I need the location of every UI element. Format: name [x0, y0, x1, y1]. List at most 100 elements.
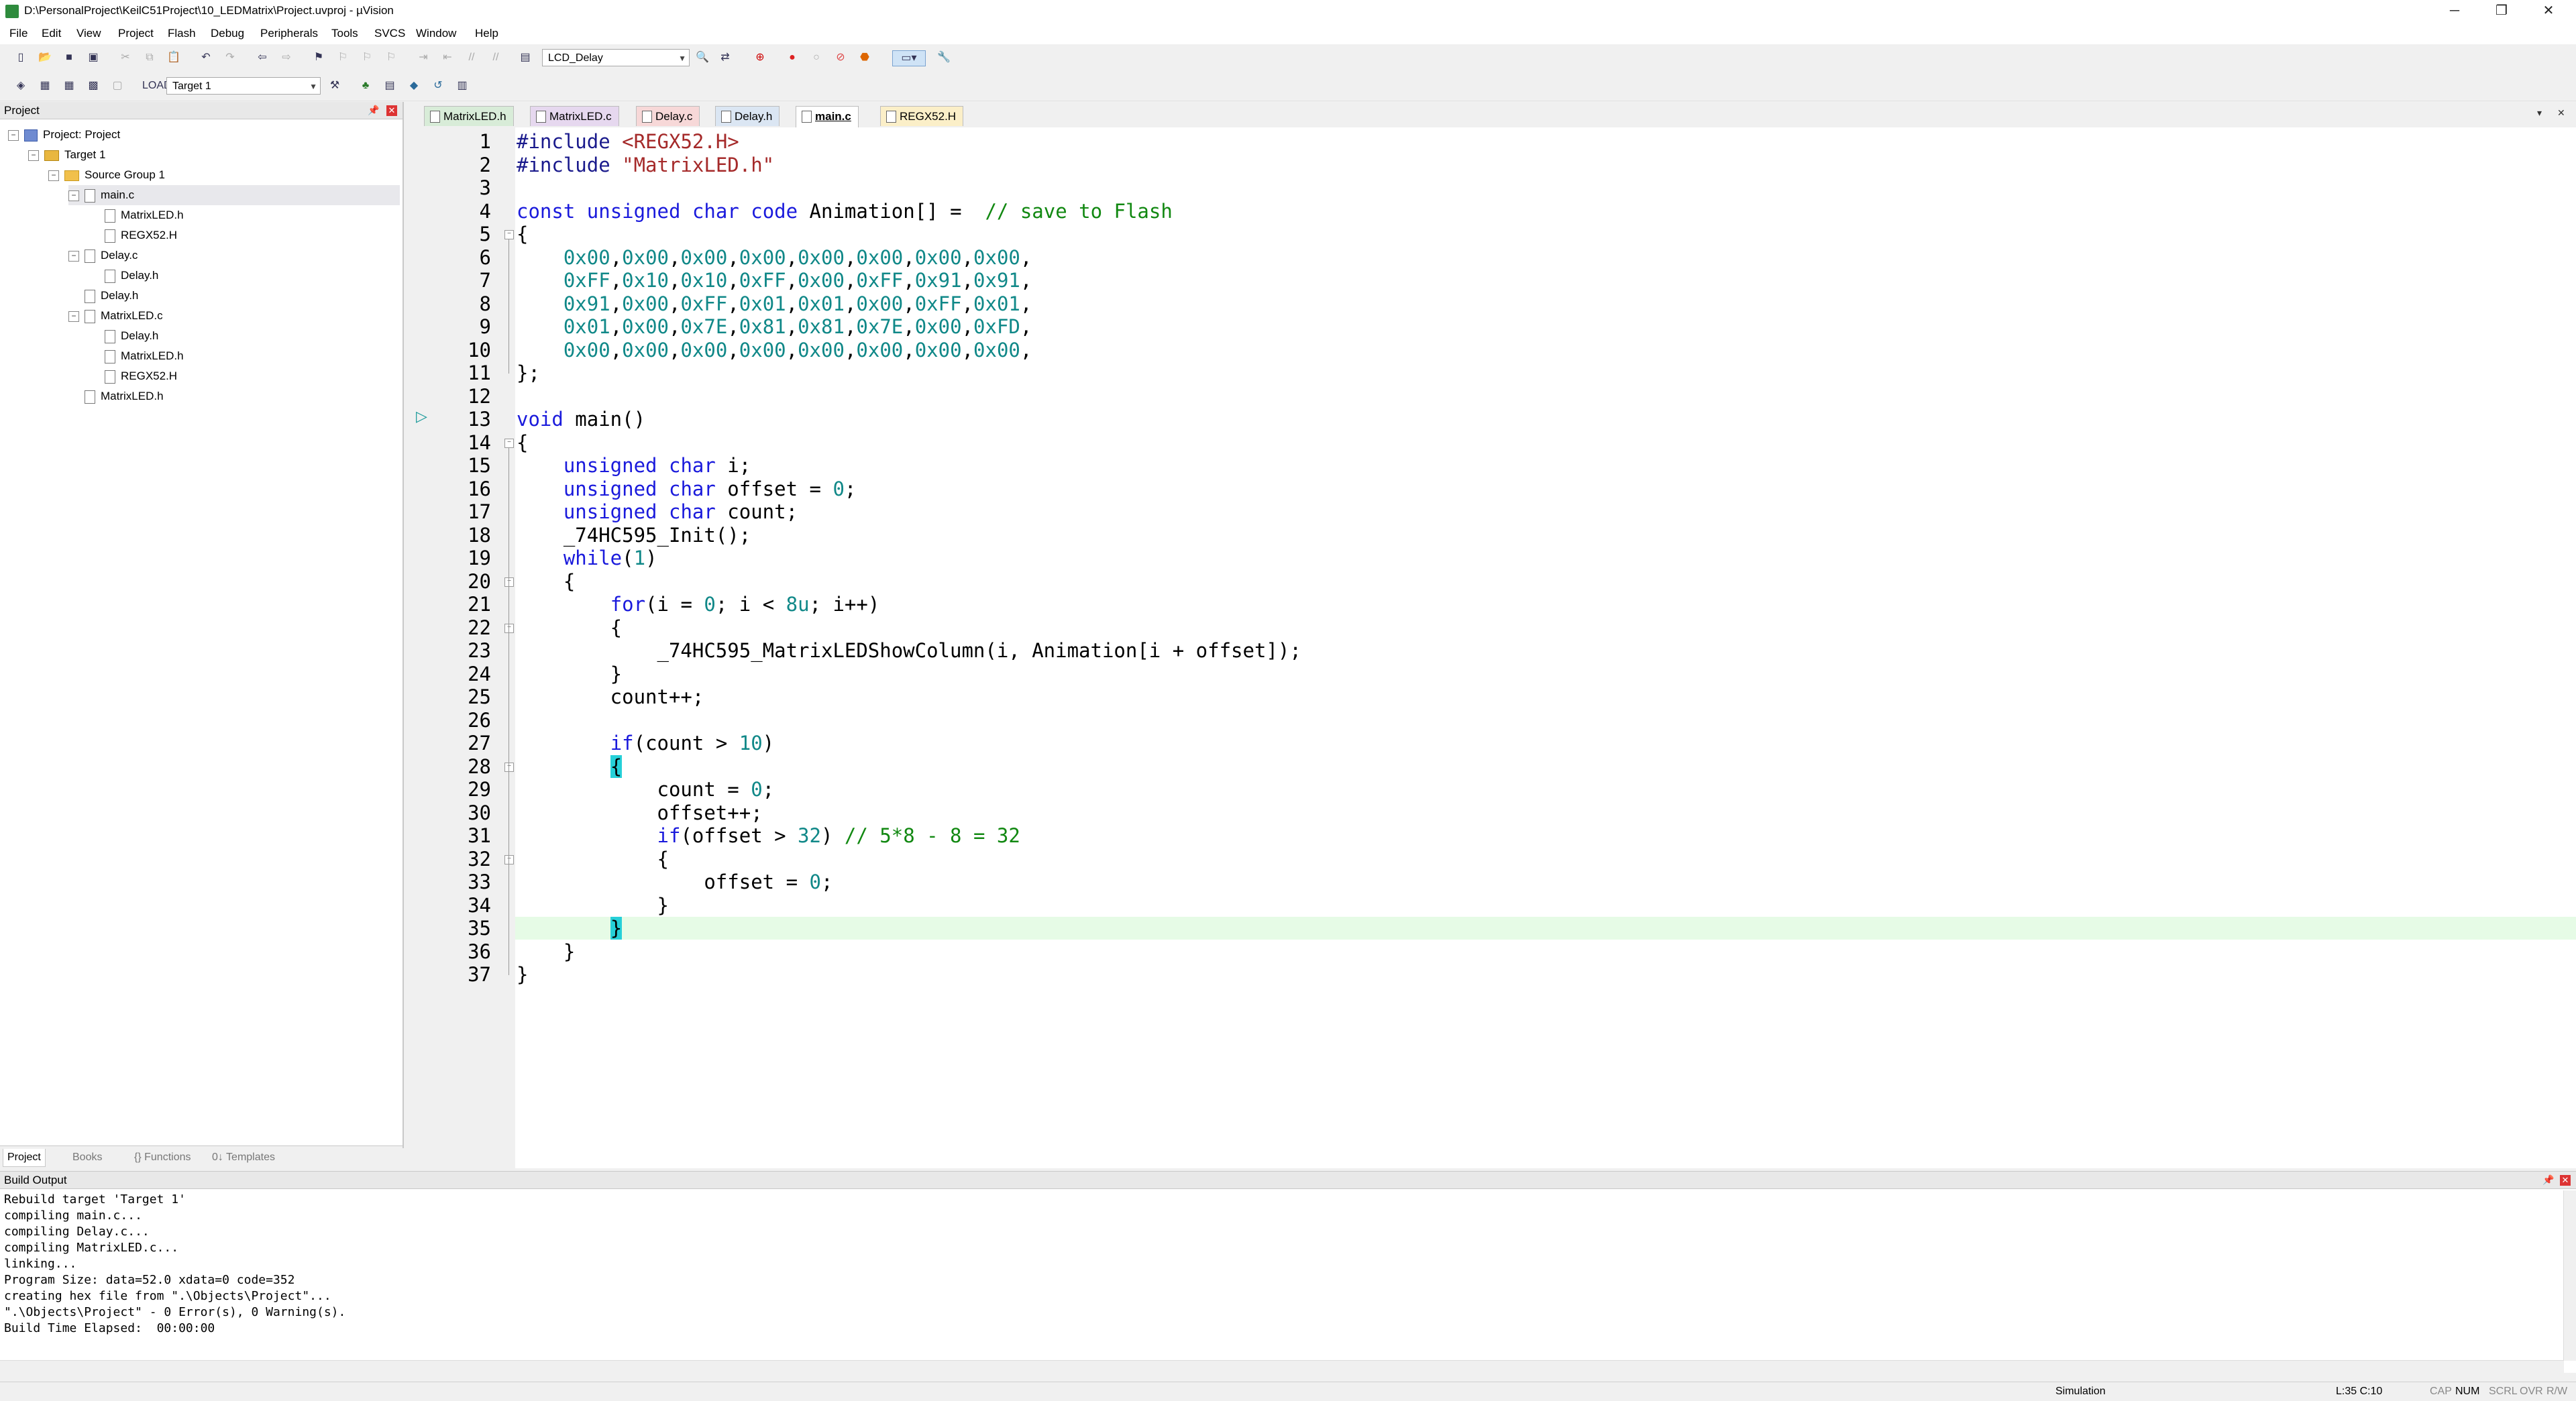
- paste-icon[interactable]: 📋: [166, 50, 181, 65]
- code-line[interactable]: };: [517, 361, 540, 385]
- code-line[interactable]: #include <REGX52.H>: [517, 130, 739, 154]
- code-line[interactable]: const unsigned char code Animation[] = /…: [517, 200, 1173, 223]
- prev-bookmark-icon[interactable]: ⚐: [335, 50, 350, 65]
- code-line[interactable]: }: [517, 663, 622, 686]
- tree-item-regx52-h[interactable]: REGX52.H: [105, 225, 177, 245]
- code-line[interactable]: {: [517, 223, 528, 246]
- tab-templates[interactable]: 0↓ Templates: [208, 1149, 279, 1166]
- code-line[interactable]: _74HC595_MatrixLEDShowColumn(i, Animatio…: [517, 639, 1301, 663]
- tree-item-project[interactable]: − Project: Project: [8, 125, 120, 145]
- stop-build-icon[interactable]: ▢: [110, 78, 125, 93]
- code-line[interactable]: for(i = 0; i < 8u; i++): [517, 593, 880, 616]
- tab-delay-h[interactable]: Delay.h: [715, 106, 780, 126]
- code-line[interactable]: 0xFF,0x10,0x10,0xFF,0x00,0xFF,0x91,0x91,: [517, 269, 1032, 292]
- code-line[interactable]: #include "MatrixLED.h": [517, 154, 774, 177]
- disable-breakpoint-icon[interactable]: ○: [809, 50, 824, 65]
- rebuild-icon[interactable]: ▦: [62, 78, 76, 93]
- tree-item-target[interactable]: − Target 1: [28, 145, 105, 165]
- collapse-icon[interactable]: −: [8, 129, 19, 141]
- menu-file[interactable]: File: [9, 27, 28, 40]
- save-icon[interactable]: ■: [62, 50, 76, 65]
- close-tab-icon[interactable]: ✕: [2557, 107, 2565, 119]
- collapse-icon[interactable]: −: [48, 170, 59, 181]
- code-line[interactable]: count++;: [517, 685, 704, 709]
- code-line[interactable]: 0x00,0x00,0x00,0x00,0x00,0x00,0x00,0x00,: [517, 246, 1032, 270]
- menu-debug[interactable]: Debug: [211, 27, 244, 40]
- translate-icon[interactable]: ◈: [13, 78, 28, 93]
- pin-icon[interactable]: 📌: [368, 105, 379, 116]
- code-line[interactable]: {: [517, 570, 575, 594]
- tab-delay-c[interactable]: Delay.c: [636, 106, 700, 126]
- fold-toggle-icon[interactable]: −: [504, 230, 514, 239]
- vertical-scrollbar[interactable]: [2563, 1190, 2576, 1361]
- new-file-icon[interactable]: ▯: [13, 50, 28, 65]
- tree-item-delay-h[interactable]: Delay.h: [85, 286, 138, 306]
- close-button[interactable]: ✕: [2525, 0, 2572, 23]
- next-bookmark-icon[interactable]: ⚐: [360, 50, 374, 65]
- save-all-icon[interactable]: ▣: [86, 50, 101, 65]
- collapse-icon[interactable]: −: [68, 250, 79, 262]
- tree-item-main-c[interactable]: − main.c: [68, 185, 400, 205]
- tree-item-matrixled-h[interactable]: MatrixLED.h: [85, 386, 164, 406]
- bookmark-icon[interactable]: ⚑: [311, 50, 326, 65]
- tree-item-regx52-h[interactable]: REGX52.H: [105, 366, 177, 386]
- undo-icon[interactable]: ↶: [199, 50, 213, 65]
- collapse-icon[interactable]: −: [68, 311, 79, 322]
- menu-edit[interactable]: Edit: [42, 27, 61, 40]
- breakpoint-icon[interactable]: ●: [785, 50, 800, 65]
- navigate-back-icon[interactable]: ⇦: [255, 50, 270, 65]
- manage-components-icon[interactable]: ▤: [382, 78, 397, 93]
- menu-window[interactable]: Window: [416, 27, 456, 40]
- code-line[interactable]: }: [517, 917, 623, 940]
- code-line[interactable]: unsigned char i;: [517, 454, 751, 478]
- download-icon[interactable]: LOAD: [142, 78, 172, 93]
- redo-icon[interactable]: ↷: [223, 50, 237, 65]
- collapse-icon[interactable]: −: [28, 150, 39, 161]
- window-layout-icon[interactable]: ▭▾: [892, 50, 926, 66]
- code-line[interactable]: _74HC595_Init();: [517, 524, 751, 547]
- kill-breakpoints-icon[interactable]: ⬣: [857, 50, 872, 65]
- configure-icon[interactable]: 🔧: [936, 50, 951, 65]
- restore-button[interactable]: ❐: [2478, 0, 2525, 23]
- code-line[interactable]: if(offset > 32) // 5*8 - 8 = 32: [517, 824, 1020, 848]
- target-options-icon[interactable]: ⚒: [327, 78, 342, 93]
- tree-item-delay-h[interactable]: Delay.h: [105, 326, 158, 346]
- menu-flash[interactable]: Flash: [168, 27, 196, 40]
- select-packs-icon[interactable]: ◆: [407, 78, 421, 93]
- tree-item-source-group[interactable]: − Source Group 1: [48, 165, 165, 185]
- tab-functions[interactable]: {} Functions: [130, 1149, 195, 1166]
- code-line[interactable]: void main(): [517, 408, 645, 431]
- horizontal-scrollbar[interactable]: [0, 1360, 2564, 1373]
- unindent-icon[interactable]: ⇤: [440, 50, 455, 65]
- fold-toggle-icon[interactable]: −: [504, 438, 514, 448]
- fold-toggle-icon[interactable]: −: [504, 762, 514, 772]
- code-line[interactable]: if(count > 10): [517, 732, 774, 755]
- fold-toggle-icon[interactable]: −: [504, 577, 514, 587]
- tab-main-c[interactable]: main.c: [796, 106, 859, 129]
- code-line[interactable]: 0x91,0x00,0xFF,0x01,0x01,0x00,0xFF,0x01,: [517, 292, 1032, 316]
- code-line[interactable]: }: [517, 963, 528, 987]
- code-line[interactable]: }: [517, 894, 669, 917]
- find-combo[interactable]: LCD_Delay ▼: [542, 49, 690, 66]
- code-line[interactable]: }: [517, 940, 575, 964]
- pin-icon[interactable]: 📌: [2542, 1174, 2554, 1186]
- code-line[interactable]: offset = 0;: [517, 871, 833, 894]
- menu-tools[interactable]: Tools: [331, 27, 358, 40]
- navigate-forward-icon[interactable]: ⇨: [279, 50, 294, 65]
- tab-matrixled-h[interactable]: MatrixLED.h: [424, 106, 514, 126]
- menu-help[interactable]: Help: [475, 27, 498, 40]
- menu-view[interactable]: View: [76, 27, 101, 40]
- manage-run-time-icon[interactable]: ↺: [431, 78, 445, 93]
- build-icon[interactable]: ▦: [38, 78, 52, 93]
- tab-matrixled-c[interactable]: MatrixLED.c: [530, 106, 619, 126]
- fold-toggle-icon[interactable]: −: [504, 623, 514, 633]
- code-line[interactable]: unsigned char count;: [517, 500, 798, 524]
- indent-icon[interactable]: ⇥: [416, 50, 431, 65]
- menu-svcs[interactable]: SVCS: [374, 27, 405, 40]
- open-file-icon[interactable]: 📂: [38, 50, 52, 65]
- code-line[interactable]: {: [517, 848, 669, 871]
- close-icon[interactable]: ✕: [2560, 1175, 2571, 1186]
- collapse-icon[interactable]: −: [68, 190, 79, 201]
- menu-peripherals[interactable]: Peripherals: [260, 27, 318, 40]
- disable-all-breakpoints-icon[interactable]: ⊘: [833, 50, 848, 65]
